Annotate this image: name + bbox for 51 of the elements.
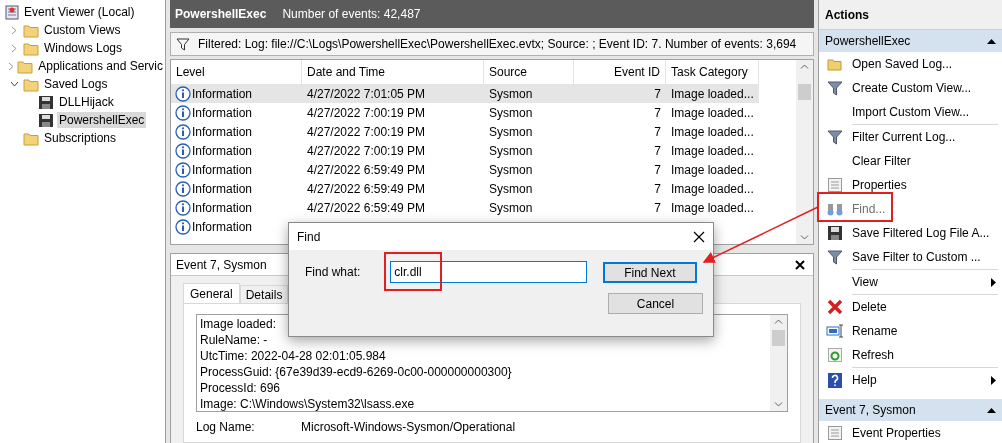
table-cell-text: Information xyxy=(192,123,253,141)
table-cell-text: 7 xyxy=(654,161,661,179)
field-value: Microsoft-Windows-Sysmon/Operational xyxy=(301,420,516,434)
table-cell-text: Information xyxy=(192,104,253,122)
table-cell-text: Image loaded... xyxy=(671,161,754,179)
field-label: Log Name: xyxy=(196,420,256,434)
table-cell-text: Image loaded... xyxy=(671,104,754,122)
table-cell-text: 7 xyxy=(654,142,661,160)
table-cell-text: Sysmon xyxy=(489,199,533,217)
event-count: Number of events: 42,487 xyxy=(282,6,421,23)
table-cell-text: Image loaded... xyxy=(671,85,754,103)
detail-line: ProcessId: 696 xyxy=(200,380,282,396)
table-cell-text: Sysmon xyxy=(489,123,533,141)
detail-line: RuleName: - xyxy=(200,332,269,348)
table-cell-text: Information xyxy=(192,218,253,236)
table-cell-text: 4/27/2022 7:00:19 PM xyxy=(307,142,426,160)
table-cell-text: Image loaded... xyxy=(671,142,754,160)
table-cell-text: Information xyxy=(192,199,253,217)
table-cell-text: Sysmon xyxy=(489,161,533,179)
dialog-title: Find xyxy=(297,228,321,246)
log-title: PowershellExec xyxy=(175,6,267,23)
detail-line: ProcessGuid: {67e39d39-ecd9-6269-0c00-000000000300} xyxy=(200,364,513,380)
table-cell-text: 7 xyxy=(654,104,661,122)
table-cell-text: Information xyxy=(192,85,253,103)
table-cell-text: 7 xyxy=(654,199,661,217)
table-cell-text: 4/27/2022 6:59:49 PM xyxy=(307,180,426,198)
detail-line: Image loaded: xyxy=(200,316,278,332)
table-cell-text: 4/27/2022 7:00:19 PM xyxy=(307,123,426,141)
actions-title: Actions xyxy=(819,0,1002,30)
pane-title: Event 7, Sysmon xyxy=(176,256,267,274)
detail-line: Image: C:\Windows\System32\lsass.exe xyxy=(200,396,416,412)
table-cell-text: 7 xyxy=(654,123,661,141)
table-cell-text: Sysmon xyxy=(489,104,533,122)
table-cell-text: 4/27/2022 7:00:19 PM xyxy=(307,104,426,122)
table-cell-text: Image loaded... xyxy=(671,180,754,198)
table-cell-text: 4/27/2022 6:59:49 PM xyxy=(307,161,426,179)
table-cell-text: Image loaded... xyxy=(671,123,754,141)
table-cell-text: Information xyxy=(192,161,253,179)
filter-text: Filtered: Log: file://C:\Logs\PowershellExec\PowershellExec.evtx; Source: ; Event ID: 7. Number of events: 3,694 xyxy=(198,36,797,53)
table-cell-text: Sysmon xyxy=(489,85,533,103)
find-label: Find what: xyxy=(305,264,362,281)
table-cell-text: 7 xyxy=(654,85,661,103)
table-cell-text: 7 xyxy=(654,180,661,198)
table-cell-text: Information xyxy=(192,142,253,160)
table-cell-text: Sysmon xyxy=(489,142,533,160)
table-cell-text: Information xyxy=(192,180,253,198)
table-cell-text: Sysmon xyxy=(489,180,533,198)
table-cell-text: 4/27/2022 7:01:05 PM xyxy=(307,85,426,103)
table-cell-text: Image loaded... xyxy=(671,199,754,217)
table-cell-text: 4/27/2022 6:59:49 PM xyxy=(307,199,426,217)
detail-line: UtcTime: 2022-04-28 02:01:05.984 xyxy=(200,348,387,364)
